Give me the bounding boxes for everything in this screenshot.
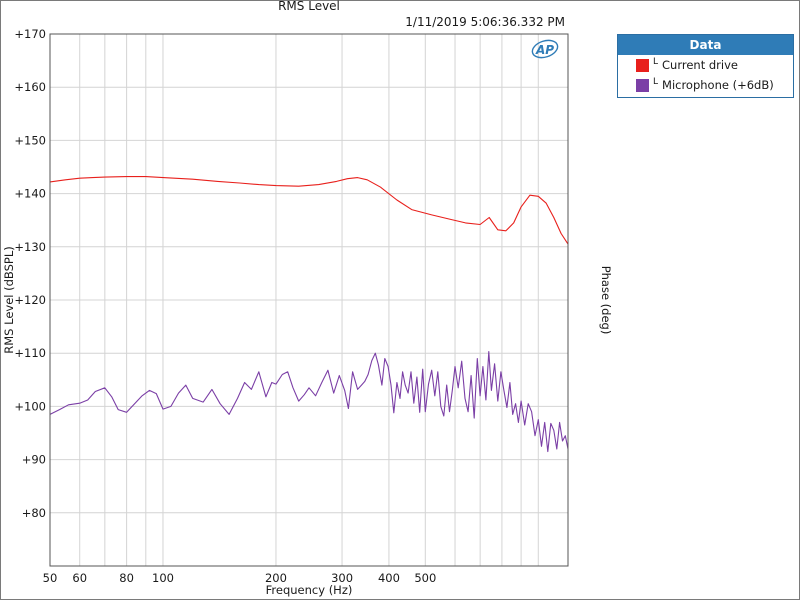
x-tick-label: 80 <box>119 571 134 585</box>
x-axis-title: Frequency (Hz) <box>266 583 353 597</box>
y-tick-label: +160 <box>14 80 46 94</box>
x-tick-label: 60 <box>72 571 87 585</box>
legend-title: Data <box>618 35 793 55</box>
legend-channel-microphone: L <box>653 77 659 87</box>
legend-channel-current-drive: L <box>653 57 659 67</box>
y-axis-title: RMS Level (dBSPL) <box>2 246 16 353</box>
y-axis-title-right: Phase (deg) <box>599 266 613 335</box>
y-tick-label: +80 <box>22 506 46 520</box>
x-tick-label: 50 <box>43 571 58 585</box>
x-tick-label: 400 <box>378 571 400 585</box>
y-tick-label: +170 <box>14 27 46 41</box>
y-tick-label: +90 <box>22 453 46 467</box>
legend-swatch-current-drive <box>636 58 649 72</box>
y-tick-label: +100 <box>14 399 46 413</box>
x-tick-label: 500 <box>414 571 436 585</box>
y-tick-label: +140 <box>14 187 46 201</box>
y-tick-label: +110 <box>14 346 46 360</box>
x-tick-label: 100 <box>152 571 174 585</box>
y-tick-label: +130 <box>14 240 46 254</box>
legend-label-microphone: Microphone (+6dB) <box>662 78 774 92</box>
legend-item-current-drive[interactable]: L Current drive <box>618 55 793 75</box>
legend-label-current-drive: Current drive <box>662 58 738 72</box>
y-tick-label: +150 <box>14 133 46 147</box>
y-tick-label: +120 <box>14 293 46 307</box>
ap-logo-mark: AP <box>535 43 554 57</box>
legend-item-microphone[interactable]: L Microphone (+6dB) <box>618 75 793 95</box>
legend-swatch-microphone <box>636 78 649 92</box>
legend: Data L Current drive L Microphone (+6dB) <box>617 34 794 98</box>
chart-title: RMS Level <box>278 0 340 13</box>
chart-timestamp: 1/11/2019 5:06:36.332 PM <box>405 15 565 29</box>
